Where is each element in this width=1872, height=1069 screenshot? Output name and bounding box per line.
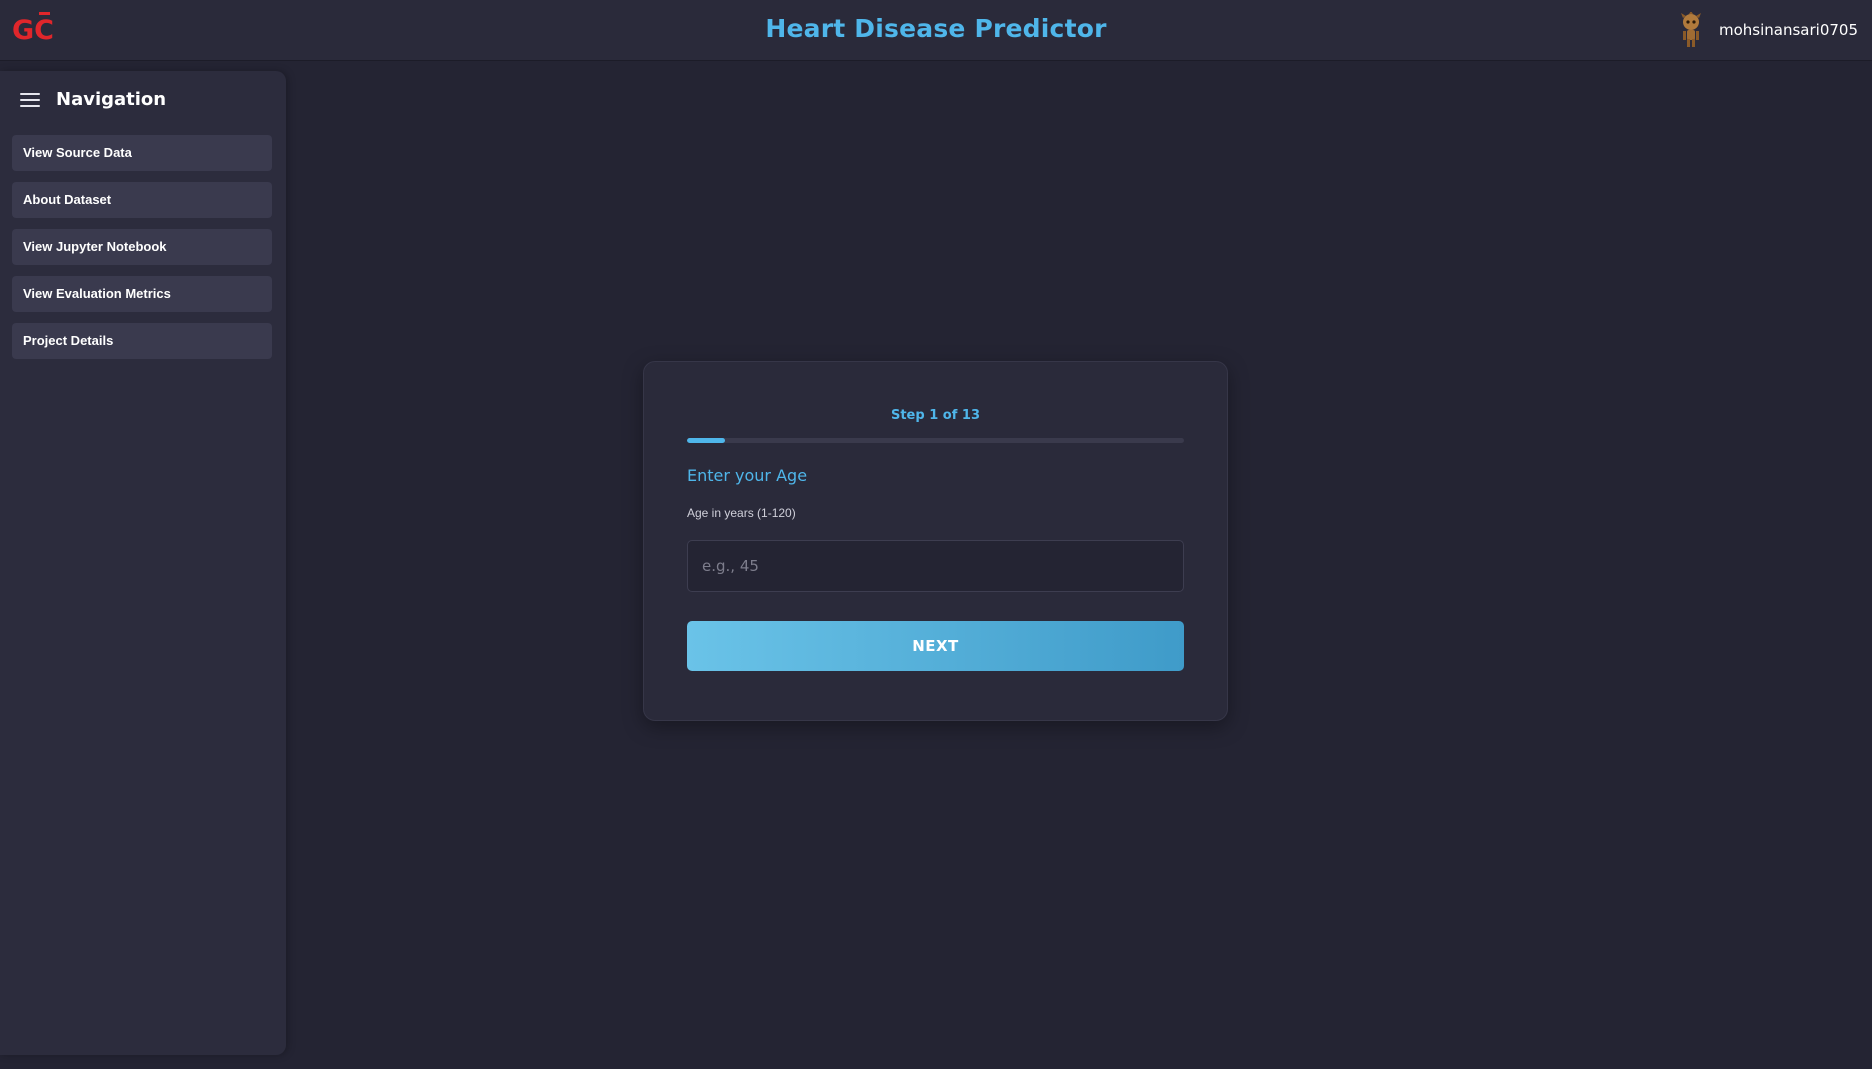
question-title: Enter your Age <box>687 466 808 485</box>
sidebar-item-project-details[interactable]: Project Details <box>12 323 272 359</box>
top-header: GC Heart Disease Predictor mohsinansari0… <box>0 0 1872 61</box>
age-form-card: Step 1 of 13 Enter your Age Age in years… <box>643 361 1228 721</box>
sidebar-item-view-source-data[interactable]: View Source Data <box>12 135 272 171</box>
app-title: Heart Disease Predictor <box>765 14 1107 43</box>
progress-bar <box>687 438 1184 443</box>
nav-list: View Source Data About Dataset View Jupy… <box>12 135 272 370</box>
next-button[interactable]: NEXT <box>687 621 1184 671</box>
hamburger-menu-icon[interactable] <box>20 92 40 108</box>
question-hint: Age in years (1-120) <box>687 506 796 520</box>
age-input[interactable] <box>687 540 1184 592</box>
sidebar: Navigation View Source Data About Datase… <box>0 71 286 1055</box>
progress-fill <box>687 438 726 443</box>
nav-header: Navigation <box>20 89 166 110</box>
username-label: mohsinansari0705 <box>1719 21 1858 39</box>
nav-title: Navigation <box>56 89 167 110</box>
avatar-icon[interactable] <box>1679 12 1703 48</box>
sidebar-item-view-evaluation-metrics[interactable]: View Evaluation Metrics <box>12 276 272 312</box>
step-indicator: Step 1 of 13 <box>890 408 980 423</box>
user-menu[interactable]: mohsinansari0705 <box>1679 10 1858 50</box>
sidebar-item-view-jupyter-notebook[interactable]: View Jupyter Notebook <box>12 229 272 265</box>
sidebar-item-about-dataset[interactable]: About Dataset <box>12 182 272 218</box>
